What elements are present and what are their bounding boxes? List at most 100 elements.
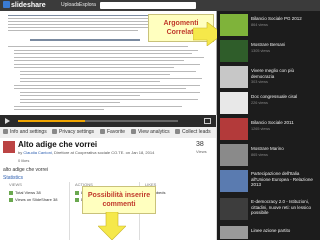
callout-arrow-down-icon xyxy=(98,212,126,240)
text-line xyxy=(8,15,158,16)
stats-row: Views on SlideShare 38 xyxy=(9,197,57,202)
avatar[interactable] xyxy=(3,141,15,153)
related-thumbnail[interactable] xyxy=(220,198,248,220)
byline-prefix: by xyxy=(18,150,23,155)
byline-rest: , Direttore at Cooperativa sociale CO.TE… xyxy=(51,150,155,155)
text-line xyxy=(20,78,202,79)
logo-text: slideshare xyxy=(11,2,46,9)
text-line xyxy=(20,99,198,100)
related-views: 1305 views xyxy=(251,49,270,53)
related-item[interactable]: Linee azione partito xyxy=(217,225,320,239)
lock-icon xyxy=(52,129,57,134)
related-sidebar: Bilancio Sociale PG 2012 864 views Mostr… xyxy=(217,11,320,240)
stats-bullet-icon xyxy=(9,191,13,195)
chart-icon xyxy=(131,129,136,134)
stats-label: Views on SlideShare xyxy=(15,197,52,202)
related-thumbnail[interactable] xyxy=(220,14,248,36)
text-line xyxy=(14,67,174,68)
related-thumbnail[interactable] xyxy=(220,226,248,239)
text-line xyxy=(8,21,156,22)
related-thumbnail[interactable] xyxy=(220,66,248,88)
progress-fill xyxy=(18,120,85,122)
statistics-toggle[interactable]: Statistics xyxy=(3,175,23,181)
view-analytics-button[interactable]: View analytics xyxy=(131,129,170,136)
text-line xyxy=(8,18,153,19)
favorite-button[interactable]: Favorite xyxy=(100,129,125,136)
player-controls xyxy=(0,115,216,127)
stats-label: Total Views xyxy=(15,190,36,195)
privacy-settings-label: Privacy settings xyxy=(59,129,95,135)
callout-comments: Possibilità inserire commenti xyxy=(82,186,156,214)
related-title[interactable]: Partecipazione dell'Italia all'Unione Eu… xyxy=(251,171,317,188)
text-line xyxy=(14,109,104,110)
text-line xyxy=(20,102,120,103)
related-thumbnail[interactable] xyxy=(220,118,248,140)
search-input[interactable] xyxy=(100,2,196,9)
divider xyxy=(69,182,70,240)
presentation-description: alto adige che vorrei xyxy=(3,167,49,173)
text-line xyxy=(20,71,196,72)
leads-icon xyxy=(175,129,180,134)
info-settings-label: Info and settings xyxy=(10,129,47,135)
related-thumbnail[interactable] xyxy=(220,144,248,166)
top-navigation-bar: slideshare Uploads Esplora xyxy=(0,0,320,11)
text-line xyxy=(14,85,200,86)
stats-row: Total Views 38 xyxy=(9,190,41,195)
heading-line xyxy=(30,39,140,41)
related-item[interactable]: Mostrare Bersani 1305 views xyxy=(217,39,320,63)
info-settings-button[interactable]: Info and settings xyxy=(3,129,47,136)
nav-uploads[interactable]: Uploads xyxy=(61,2,79,9)
stats-bullet-icon xyxy=(9,198,13,202)
stats-value: 38 xyxy=(36,190,41,195)
likes-count: 0 likes xyxy=(18,158,30,163)
text-line xyxy=(14,50,198,51)
related-title[interactable]: E-democracy 2.0 - Istituzioni, cittadini… xyxy=(251,199,317,216)
related-item[interactable]: Bilancio Sociale 2011 1265 views xyxy=(217,117,320,141)
view-analytics-label: View analytics xyxy=(138,129,170,135)
stats-bullet-icon xyxy=(75,198,79,202)
text-line xyxy=(20,81,160,82)
related-views: 865 views xyxy=(251,153,268,157)
related-title[interactable]: Vivere meglio con più democrazia xyxy=(251,68,317,79)
related-item[interactable]: Vivere meglio con più democrazia 303 vie… xyxy=(217,65,320,89)
play-icon[interactable] xyxy=(5,118,10,124)
slideshare-logo-icon xyxy=(3,1,10,8)
related-views: 864 views xyxy=(251,23,268,27)
privacy-settings-button[interactable]: Privacy settings xyxy=(52,129,94,136)
related-title[interactable]: Mostrare Marino xyxy=(251,146,317,152)
stats-col-views: VIEWS xyxy=(9,182,22,187)
related-item[interactable]: Mostrare Marino 865 views xyxy=(217,143,320,167)
stats-bullet-icon xyxy=(75,191,79,195)
related-item[interactable]: Partecipazione dell'Italia all'Unione Eu… xyxy=(217,169,320,195)
nav-explore[interactable]: Esplora xyxy=(79,2,96,9)
text-line xyxy=(8,24,148,25)
related-title[interactable]: Mostrare Bersani xyxy=(251,42,317,48)
related-title[interactable]: Doc congressuale cisal xyxy=(251,94,317,100)
text-line xyxy=(20,95,140,96)
text-line xyxy=(20,74,170,75)
text-line xyxy=(14,64,200,65)
related-views: 1265 views xyxy=(251,127,270,131)
related-thumbnail[interactable] xyxy=(220,40,248,62)
presentation-title: Alto adige che vorrei xyxy=(18,140,98,149)
fullscreen-icon[interactable] xyxy=(204,118,211,124)
related-title[interactable]: Bilancio Sociale PG 2012 xyxy=(251,16,317,22)
related-item[interactable]: Doc congressuale cisal 226 views xyxy=(217,91,320,115)
text-line xyxy=(8,27,154,28)
views-count: 38 xyxy=(196,141,204,148)
collect-leads-button[interactable]: Collect leads xyxy=(175,129,211,136)
related-item[interactable]: Bilancio Sociale PG 2012 864 views xyxy=(217,13,320,37)
text-line xyxy=(20,92,200,93)
related-thumbnail[interactable] xyxy=(220,170,248,192)
related-views: 226 views xyxy=(251,101,268,105)
slideshare-logo[interactable]: slideshare xyxy=(3,1,46,10)
related-item[interactable]: E-democracy 2.0 - Istituzioni, cittadini… xyxy=(217,197,320,223)
related-title[interactable]: Linee azione partito xyxy=(251,228,317,234)
related-thumbnail[interactable] xyxy=(220,92,248,114)
byline: by Claudia Cantoni, Direttore at Coopera… xyxy=(18,150,154,155)
author-link[interactable]: Claudia Cantoni xyxy=(23,150,51,155)
text-line xyxy=(8,30,138,31)
related-title[interactable]: Bilancio Sociale 2011 xyxy=(251,120,317,126)
related-views: 303 views xyxy=(251,80,268,84)
collect-leads-label: Collect leads xyxy=(182,129,211,135)
